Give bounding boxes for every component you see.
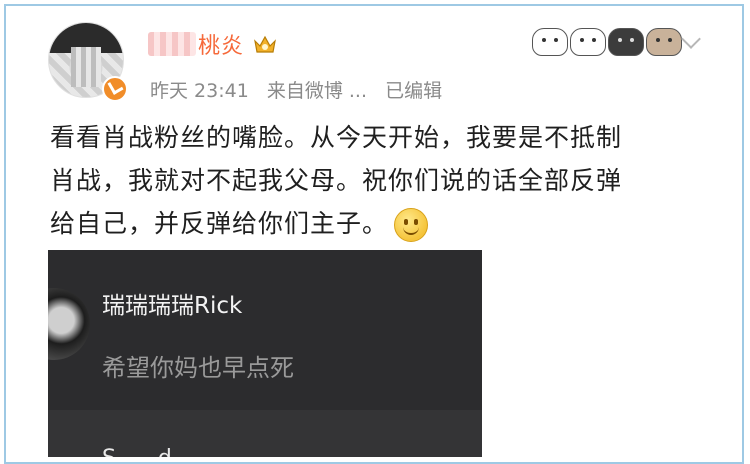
cat-sticker-icon <box>646 28 682 56</box>
edited-label[interactable]: 已编辑 <box>385 80 442 102</box>
cat-sticker-icon <box>570 28 606 56</box>
post-meta: 昨天 23:41 来自微博 ... 已编辑 <box>150 76 454 103</box>
post-line: 肖战，我就对不起我父母。祝你们说的话全部反弹 <box>50 166 623 195</box>
username-row[interactable]: 桃炎 <box>148 28 278 60</box>
crown-icon <box>254 35 276 53</box>
fan-stickers <box>532 28 682 56</box>
post-timestamp[interactable]: 昨天 23:41 <box>150 80 249 102</box>
comment-avatar <box>48 288 90 360</box>
comment-text: 希望你妈也早点死 <box>102 354 294 382</box>
avatar-pixelated-face <box>71 47 101 87</box>
post-source: 来自微博 ... <box>266 80 368 102</box>
verified-badge-icon <box>102 76 128 102</box>
post-line: 看看肖战粉丝的嘴脸。从今天开始，我要是不抵制 <box>50 123 623 152</box>
embedded-comment-screenshot: 瑞瑞瑞瑞Rick 希望你妈也早点死 S......d...... <box>48 250 482 457</box>
post-line-text: 给自己，并反弹给你们主子。 <box>50 209 389 238</box>
name-redacted <box>148 32 196 56</box>
cat-sticker-icon <box>532 28 568 56</box>
post-line: 给自己，并反弹给你们主子。 <box>50 202 690 245</box>
username-text[interactable]: 桃炎 <box>198 28 244 60</box>
smile-emoji-icon <box>394 208 429 242</box>
post-body: 看看肖战粉丝的嘴脸。从今天开始，我要是不抵制 肖战，我就对不起我父母。祝你们说的… <box>50 116 690 245</box>
comment-username: 瑞瑞瑞瑞Rick <box>102 293 243 319</box>
next-comment-username: S......d...... <box>102 446 214 457</box>
cat-sticker-icon <box>608 28 644 56</box>
